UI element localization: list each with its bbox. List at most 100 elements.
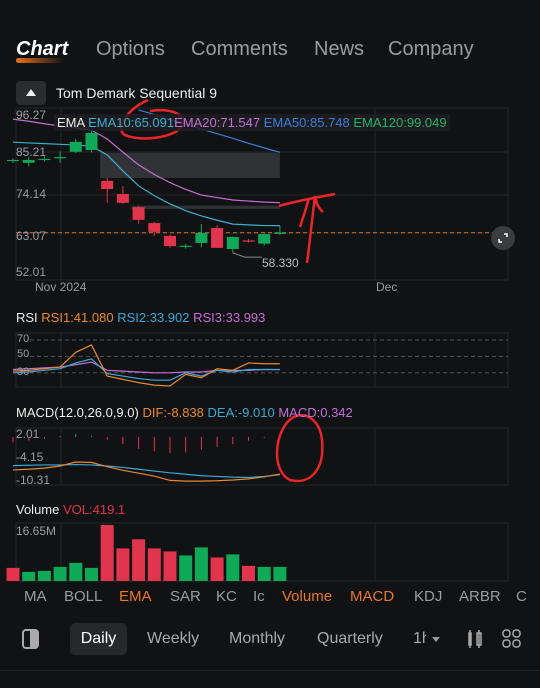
candlestick-type-icon[interactable]	[465, 628, 485, 650]
rsi-legend: RSI RSI1:41.080 RSI2:33.902 RSI3:33.993	[16, 310, 265, 325]
volume-bar	[132, 539, 146, 581]
sequential-zone	[131, 205, 280, 209]
candle-body	[226, 236, 239, 249]
indicator-macd[interactable]: MACD	[350, 588, 394, 605]
macd-tick: -10.31	[16, 473, 51, 487]
rsi-tick: 50	[17, 348, 30, 360]
candle-body	[38, 158, 51, 161]
volume-bar	[22, 571, 36, 581]
volume-bar	[69, 562, 83, 581]
period-daily[interactable]: Daily	[70, 623, 127, 655]
rsi2-value: RSI2:33.902	[117, 310, 190, 325]
indicator-ema[interactable]: EMA	[119, 588, 152, 605]
pane-frame	[15, 332, 509, 388]
y-tick: 52.01	[16, 265, 47, 279]
volume-bar	[194, 547, 208, 581]
volume-bar	[179, 555, 193, 581]
candle-body	[54, 157, 67, 159]
indicator-more[interactable]: C	[516, 588, 527, 605]
x-label-dec: Dec	[376, 280, 398, 294]
indicator-arbr[interactable]: ARBR	[459, 588, 501, 605]
low-price-leader	[232, 252, 262, 258]
candle-body	[101, 180, 114, 190]
candle-body	[69, 141, 82, 152]
candle-body	[258, 234, 271, 244]
candle-body	[179, 245, 192, 247]
ema120-value: EMA120:99.049	[353, 115, 447, 130]
y-tick: 85.21	[16, 145, 47, 159]
period-quarterly[interactable]: Quarterly	[317, 630, 383, 648]
macd-label: MACD(12.0,26.0,9.0)	[16, 405, 139, 420]
candle-body	[85, 132, 98, 151]
indicator-sar[interactable]: SAR	[170, 588, 201, 605]
candle-body	[7, 159, 19, 162]
volume-label: Volume	[16, 502, 60, 517]
x-label-nov: Nov 2024	[35, 280, 87, 294]
volume-bar	[37, 570, 51, 581]
macd-value: MACD:0.342	[278, 405, 353, 420]
volume-bar	[85, 567, 98, 581]
rsi1-value: RSI1:41.080	[41, 310, 114, 325]
period-weekly[interactable]: Weekly	[147, 630, 199, 648]
ema10-value: EMA10:65.091	[88, 115, 175, 130]
chart-canvas[interactable]	[0, 0, 540, 688]
annotation-arrow	[298, 195, 324, 264]
dif-value: DIF:-8.838	[142, 405, 204, 420]
volume-bar	[6, 567, 20, 581]
candle-body	[164, 235, 176, 247]
y-tick: 63.07	[16, 229, 47, 243]
candle-body	[132, 207, 145, 220]
candle-body	[195, 233, 208, 243]
macd-legend: MACD(12.0,26.0,9.0) DIF:-8.838 DEA:-9.01…	[16, 405, 353, 420]
ema-label: EMA	[57, 115, 85, 130]
volume-bar	[163, 551, 177, 581]
vol-value: VOL:419.1	[63, 502, 126, 517]
volume-bar	[53, 566, 67, 581]
y-tick: 74.14	[16, 187, 47, 201]
volume-bar	[210, 557, 224, 581]
indicator-kc[interactable]: KC	[216, 588, 237, 605]
rsi2-line	[12, 358, 280, 381]
indicator-boll[interactable]: BOLL	[64, 588, 102, 605]
volume-tick: 16.65M	[16, 524, 57, 538]
volume-bar	[100, 525, 114, 581]
rsi-tick: 70	[17, 333, 30, 345]
indicator-ichimoku[interactable]: Ic	[253, 588, 265, 605]
expand-icon	[498, 233, 508, 243]
volume-bar	[257, 566, 271, 581]
indicator-volume[interactable]: Volume	[282, 588, 332, 605]
rsi-label: RSI	[16, 310, 38, 325]
candle-body	[116, 193, 129, 203]
candle-body	[273, 232, 286, 234]
sidebar-toggle-icon[interactable]	[22, 629, 39, 649]
volume-bar	[242, 565, 255, 581]
y-tick: 96.27	[16, 108, 47, 122]
indicator-kdj[interactable]: KDJ	[414, 588, 442, 605]
volume-bar	[116, 548, 130, 581]
volume-bar	[147, 548, 161, 581]
macd-tick: 2.01	[16, 427, 40, 441]
low-price-label: 58.330	[262, 256, 299, 270]
dea-value: DEA:-9.010	[207, 405, 275, 420]
period-1h[interactable]: 1h	[413, 630, 426, 648]
indicator-bar: MA BOLL EMA SAR KC Ic Volume MACD KDJ AR…	[0, 588, 540, 608]
indicator-ma[interactable]: MA	[24, 588, 47, 605]
fullscreen-button[interactable]	[491, 226, 515, 250]
candle-body	[22, 159, 35, 163]
period-monthly[interactable]: Monthly	[229, 630, 285, 648]
volume-bar	[226, 554, 240, 581]
rsi-tick: 30	[17, 366, 30, 378]
grid-layout-icon[interactable]	[501, 628, 523, 650]
candle-body	[242, 240, 255, 242]
volume-bar	[273, 566, 287, 581]
volume-legend: Volume VOL:419.1	[16, 502, 125, 517]
bottom-divider	[0, 670, 540, 671]
candle-body	[148, 223, 161, 232]
chevron-down-icon[interactable]	[432, 637, 440, 642]
candle-body	[211, 228, 224, 248]
ema50-value: EMA50:85.748	[263, 115, 350, 130]
annotation-circle	[275, 414, 324, 483]
macd-tick: -4.15	[16, 450, 44, 464]
ema-legend: EMA EMA10:65.091EMA20:71.547 EMA50:85.74…	[54, 114, 450, 131]
ema20-value: EMA20:71.547	[174, 115, 261, 130]
